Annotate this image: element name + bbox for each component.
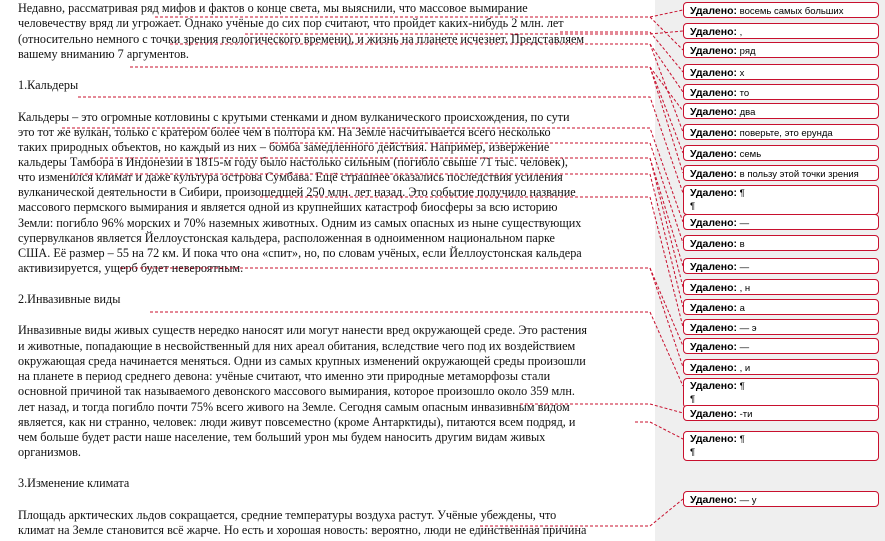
balloon-label: Удалено: bbox=[690, 45, 737, 57]
balloon-label: Удалено: bbox=[690, 341, 737, 353]
revision-balloon[interactable]: Удалено: — э bbox=[683, 319, 879, 335]
balloon-text: , и bbox=[737, 363, 751, 374]
revision-balloon[interactable]: Удалено: х bbox=[683, 64, 879, 80]
balloon-text: — bbox=[737, 342, 750, 353]
revision-balloon[interactable]: Удалено: ряд bbox=[683, 42, 879, 58]
balloon-label: Удалено: bbox=[690, 187, 737, 199]
revision-balloon[interactable]: Удалено: то bbox=[683, 84, 879, 100]
balloon-text: , н bbox=[737, 283, 751, 294]
balloon-label: Удалено: bbox=[690, 87, 737, 99]
balloon-label: Удалено: bbox=[690, 168, 737, 180]
revision-balloon[interactable]: Удалено: -ти bbox=[683, 405, 879, 421]
revision-balloon[interactable]: Удалено: в пользу этой точки зрения bbox=[683, 165, 879, 181]
balloon-text: семь bbox=[737, 149, 762, 160]
leader-line bbox=[200, 267, 684, 368]
balloon-label: Удалено: bbox=[690, 67, 737, 79]
balloon-label: Удалено: bbox=[690, 282, 737, 294]
revision-balloon[interactable]: Удалено: , н bbox=[683, 279, 879, 295]
balloon-label: Удалено: bbox=[690, 380, 737, 392]
balloon-label: Удалено: bbox=[690, 5, 737, 17]
leader-line bbox=[62, 127, 684, 223]
balloon-label: Удалено: bbox=[690, 494, 737, 506]
revision-balloon[interactable]: Удалено: два bbox=[683, 103, 879, 119]
balloon-text: — bbox=[737, 262, 750, 273]
balloon-label: Удалено: bbox=[690, 362, 737, 374]
leader-line bbox=[150, 311, 684, 387]
revision-balloon[interactable]: Удалено: в bbox=[683, 235, 879, 251]
balloon-text: -ти bbox=[737, 409, 753, 420]
revision-balloon[interactable]: Удалено: — у bbox=[683, 491, 879, 507]
balloon-text: в bbox=[737, 239, 745, 250]
balloon-label: Удалено: bbox=[690, 302, 737, 314]
revision-balloon[interactable]: Удалено: ¶ ¶ bbox=[683, 378, 879, 408]
revision-balloon[interactable]: Удалено: поверьте, это ерунда bbox=[683, 124, 879, 140]
leader-line bbox=[130, 66, 684, 154]
revision-balloon[interactable]: Удалено: — bbox=[683, 338, 879, 354]
balloon-text: , bbox=[737, 27, 743, 38]
leader-line bbox=[635, 421, 684, 440]
leader-line bbox=[130, 66, 684, 112]
leader-line bbox=[520, 403, 684, 414]
balloon-text: ряд bbox=[737, 46, 756, 57]
balloon-text: восемь самых больших bbox=[737, 6, 844, 17]
balloon-text: х bbox=[737, 68, 745, 79]
balloon-text: два bbox=[737, 107, 756, 118]
balloon-label: Удалено: bbox=[690, 238, 737, 250]
leader-line bbox=[78, 96, 684, 194]
revision-balloon[interactable]: Удалено: — bbox=[683, 214, 879, 230]
balloon-text: — у bbox=[737, 495, 757, 506]
balloon-label: Удалено: bbox=[690, 261, 737, 273]
balloon-label: Удалено: bbox=[690, 26, 737, 38]
balloon-text: в пользу этой точки зрения bbox=[737, 169, 859, 180]
leader-line bbox=[120, 267, 684, 347]
revision-balloon[interactable]: Удалено: ¶ ¶ bbox=[683, 431, 879, 461]
revision-balloon[interactable]: Удалено: , bbox=[683, 23, 879, 39]
balloon-text: ¶ bbox=[737, 381, 745, 392]
leader-line bbox=[260, 196, 684, 328]
revision-balloon[interactable]: Удалено: , и bbox=[683, 359, 879, 375]
revision-balloon[interactable]: Удалено: восемь самых больших bbox=[683, 2, 879, 18]
leader-line bbox=[155, 9, 684, 18]
balloon-label: Удалено: bbox=[690, 322, 737, 334]
balloon-text: — bbox=[737, 218, 750, 229]
balloon-text: поверьте, это ерунда bbox=[737, 128, 833, 139]
balloon-text: а bbox=[737, 303, 745, 314]
balloon-text: то bbox=[737, 88, 750, 99]
leader-line bbox=[300, 43, 684, 93]
balloon-text: ¶ bbox=[737, 188, 745, 199]
revision-balloon[interactable]: Удалено: семь bbox=[683, 145, 879, 161]
revision-balloon[interactable]: Удалено: ¶ ¶ bbox=[683, 185, 879, 215]
balloon-label: Удалено: bbox=[690, 433, 737, 445]
leader-line bbox=[70, 173, 684, 308]
leader-line bbox=[200, 66, 684, 174]
balloon-label: Удалено: bbox=[690, 106, 737, 118]
balloon-label: Удалено: bbox=[690, 217, 737, 229]
leader-line bbox=[170, 43, 684, 133]
balloon-text-line2: ¶ bbox=[690, 447, 696, 458]
balloon-text: ¶ bbox=[737, 434, 745, 445]
revision-balloon[interactable]: Удалено: а bbox=[683, 299, 879, 315]
balloon-label: Удалено: bbox=[690, 148, 737, 160]
balloon-label: Удалено: bbox=[690, 127, 737, 139]
balloon-text-line2: ¶ bbox=[690, 201, 696, 212]
leader-line bbox=[480, 498, 684, 527]
balloon-text: — э bbox=[737, 323, 757, 334]
balloon-label: Удалено: bbox=[690, 408, 737, 420]
revision-balloon[interactable]: Удалено: — bbox=[683, 258, 879, 274]
